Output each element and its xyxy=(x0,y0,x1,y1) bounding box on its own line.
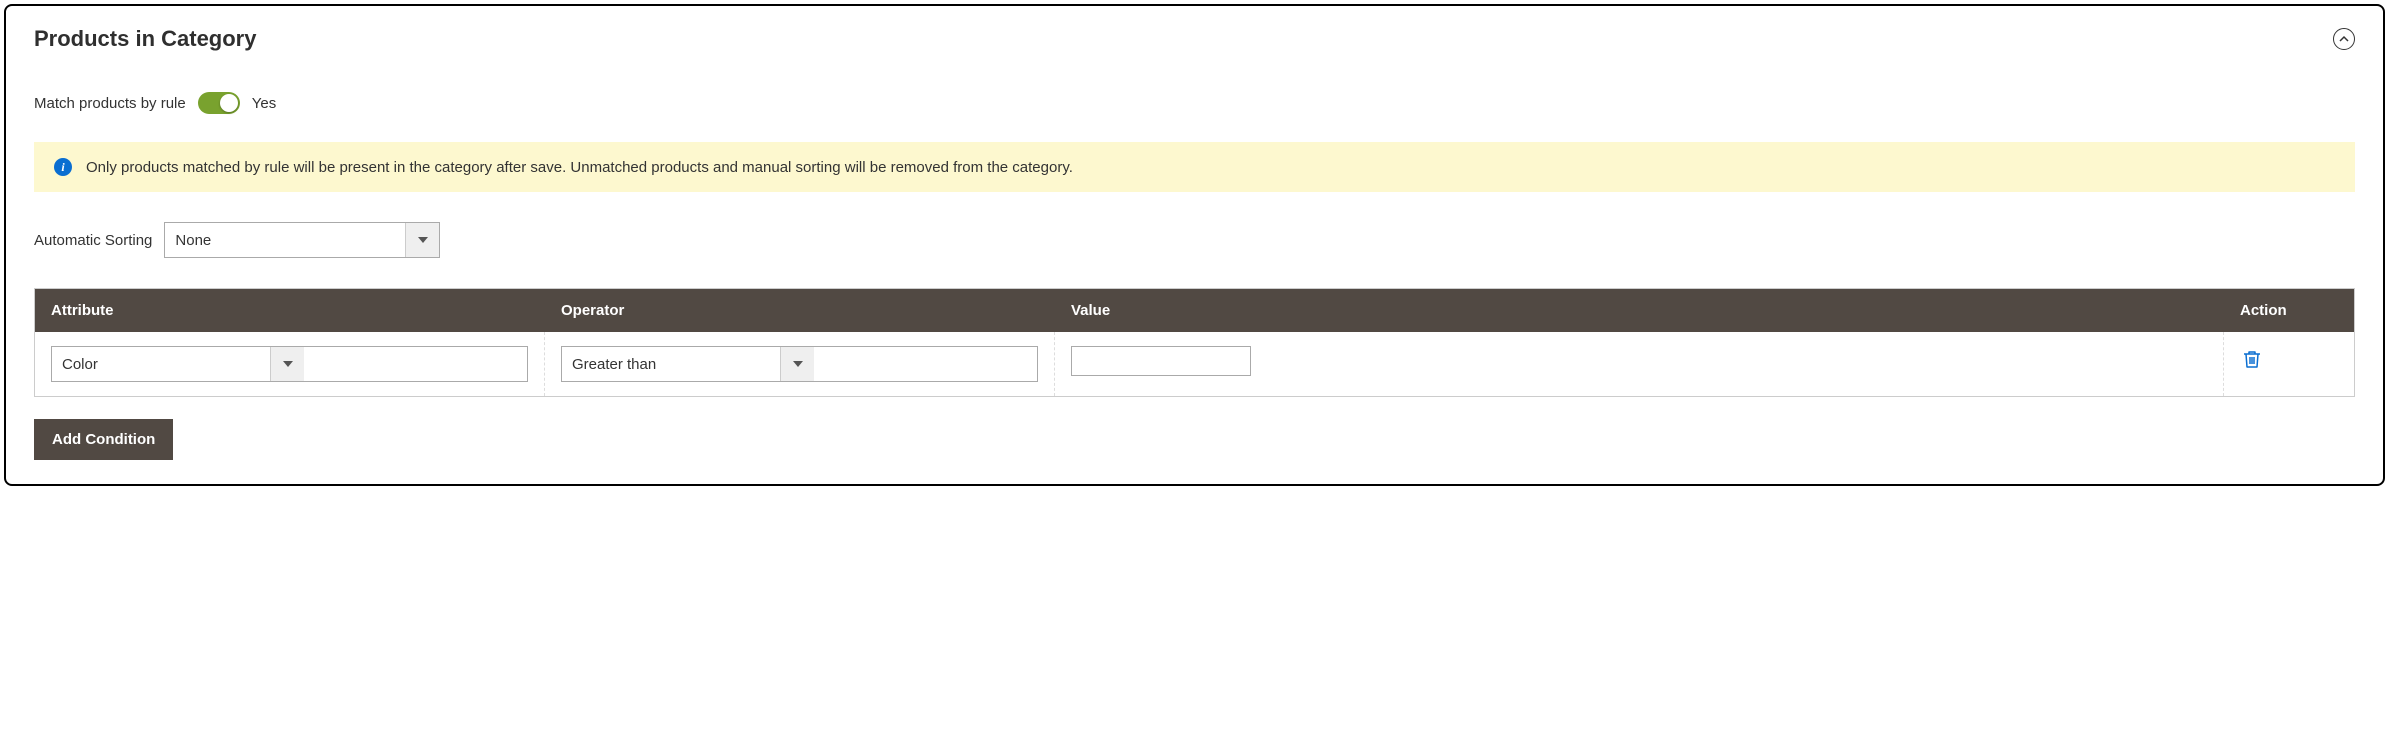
match-by-rule-label: Match products by rule xyxy=(34,95,186,112)
table-row: Color Greater than xyxy=(35,332,2354,396)
panel-header: Products in Category xyxy=(34,26,2355,52)
info-icon: i xyxy=(54,158,72,176)
operator-value: Greater than xyxy=(562,347,780,381)
header-operator: Operator xyxy=(545,289,1055,332)
cell-action xyxy=(2224,332,2354,396)
match-by-rule-value: Yes xyxy=(252,95,276,112)
info-banner: i Only products matched by rule will be … xyxy=(34,142,2355,192)
info-text: Only products matched by rule will be pr… xyxy=(86,159,1073,176)
match-by-rule-row: Match products by rule Yes xyxy=(34,92,2355,114)
table-header-row: Attribute Operator Value Action xyxy=(35,289,2354,332)
chevron-down-icon xyxy=(405,223,439,257)
header-attribute: Attribute xyxy=(35,289,545,332)
collapse-button[interactable] xyxy=(2333,28,2355,50)
header-action: Action xyxy=(2224,289,2354,332)
chevron-down-icon xyxy=(270,347,304,381)
attribute-value: Color xyxy=(52,347,270,381)
match-by-rule-toggle[interactable] xyxy=(198,92,240,114)
header-value: Value xyxy=(1055,289,2224,332)
automatic-sorting-select[interactable]: None xyxy=(164,222,440,258)
products-in-category-panel: Products in Category Match products by r… xyxy=(4,4,2385,486)
operator-select[interactable]: Greater than xyxy=(561,346,1038,382)
automatic-sorting-value: None xyxy=(165,223,405,257)
chevron-up-icon xyxy=(2339,34,2349,44)
cell-operator: Greater than xyxy=(545,332,1055,396)
add-condition-button[interactable]: Add Condition xyxy=(34,419,173,460)
cell-attribute: Color xyxy=(35,332,545,396)
automatic-sorting-row: Automatic Sorting None xyxy=(34,222,2355,258)
cell-value xyxy=(1055,332,2224,396)
panel-title: Products in Category xyxy=(34,26,256,52)
trash-icon xyxy=(2244,350,2260,368)
conditions-table: Attribute Operator Value Action Color Gr… xyxy=(34,288,2355,397)
automatic-sorting-label: Automatic Sorting xyxy=(34,232,152,249)
delete-condition-button[interactable] xyxy=(2240,346,2264,375)
value-input[interactable] xyxy=(1071,346,1251,376)
attribute-select[interactable]: Color xyxy=(51,346,528,382)
chevron-down-icon xyxy=(780,347,814,381)
toggle-knob xyxy=(220,94,238,112)
